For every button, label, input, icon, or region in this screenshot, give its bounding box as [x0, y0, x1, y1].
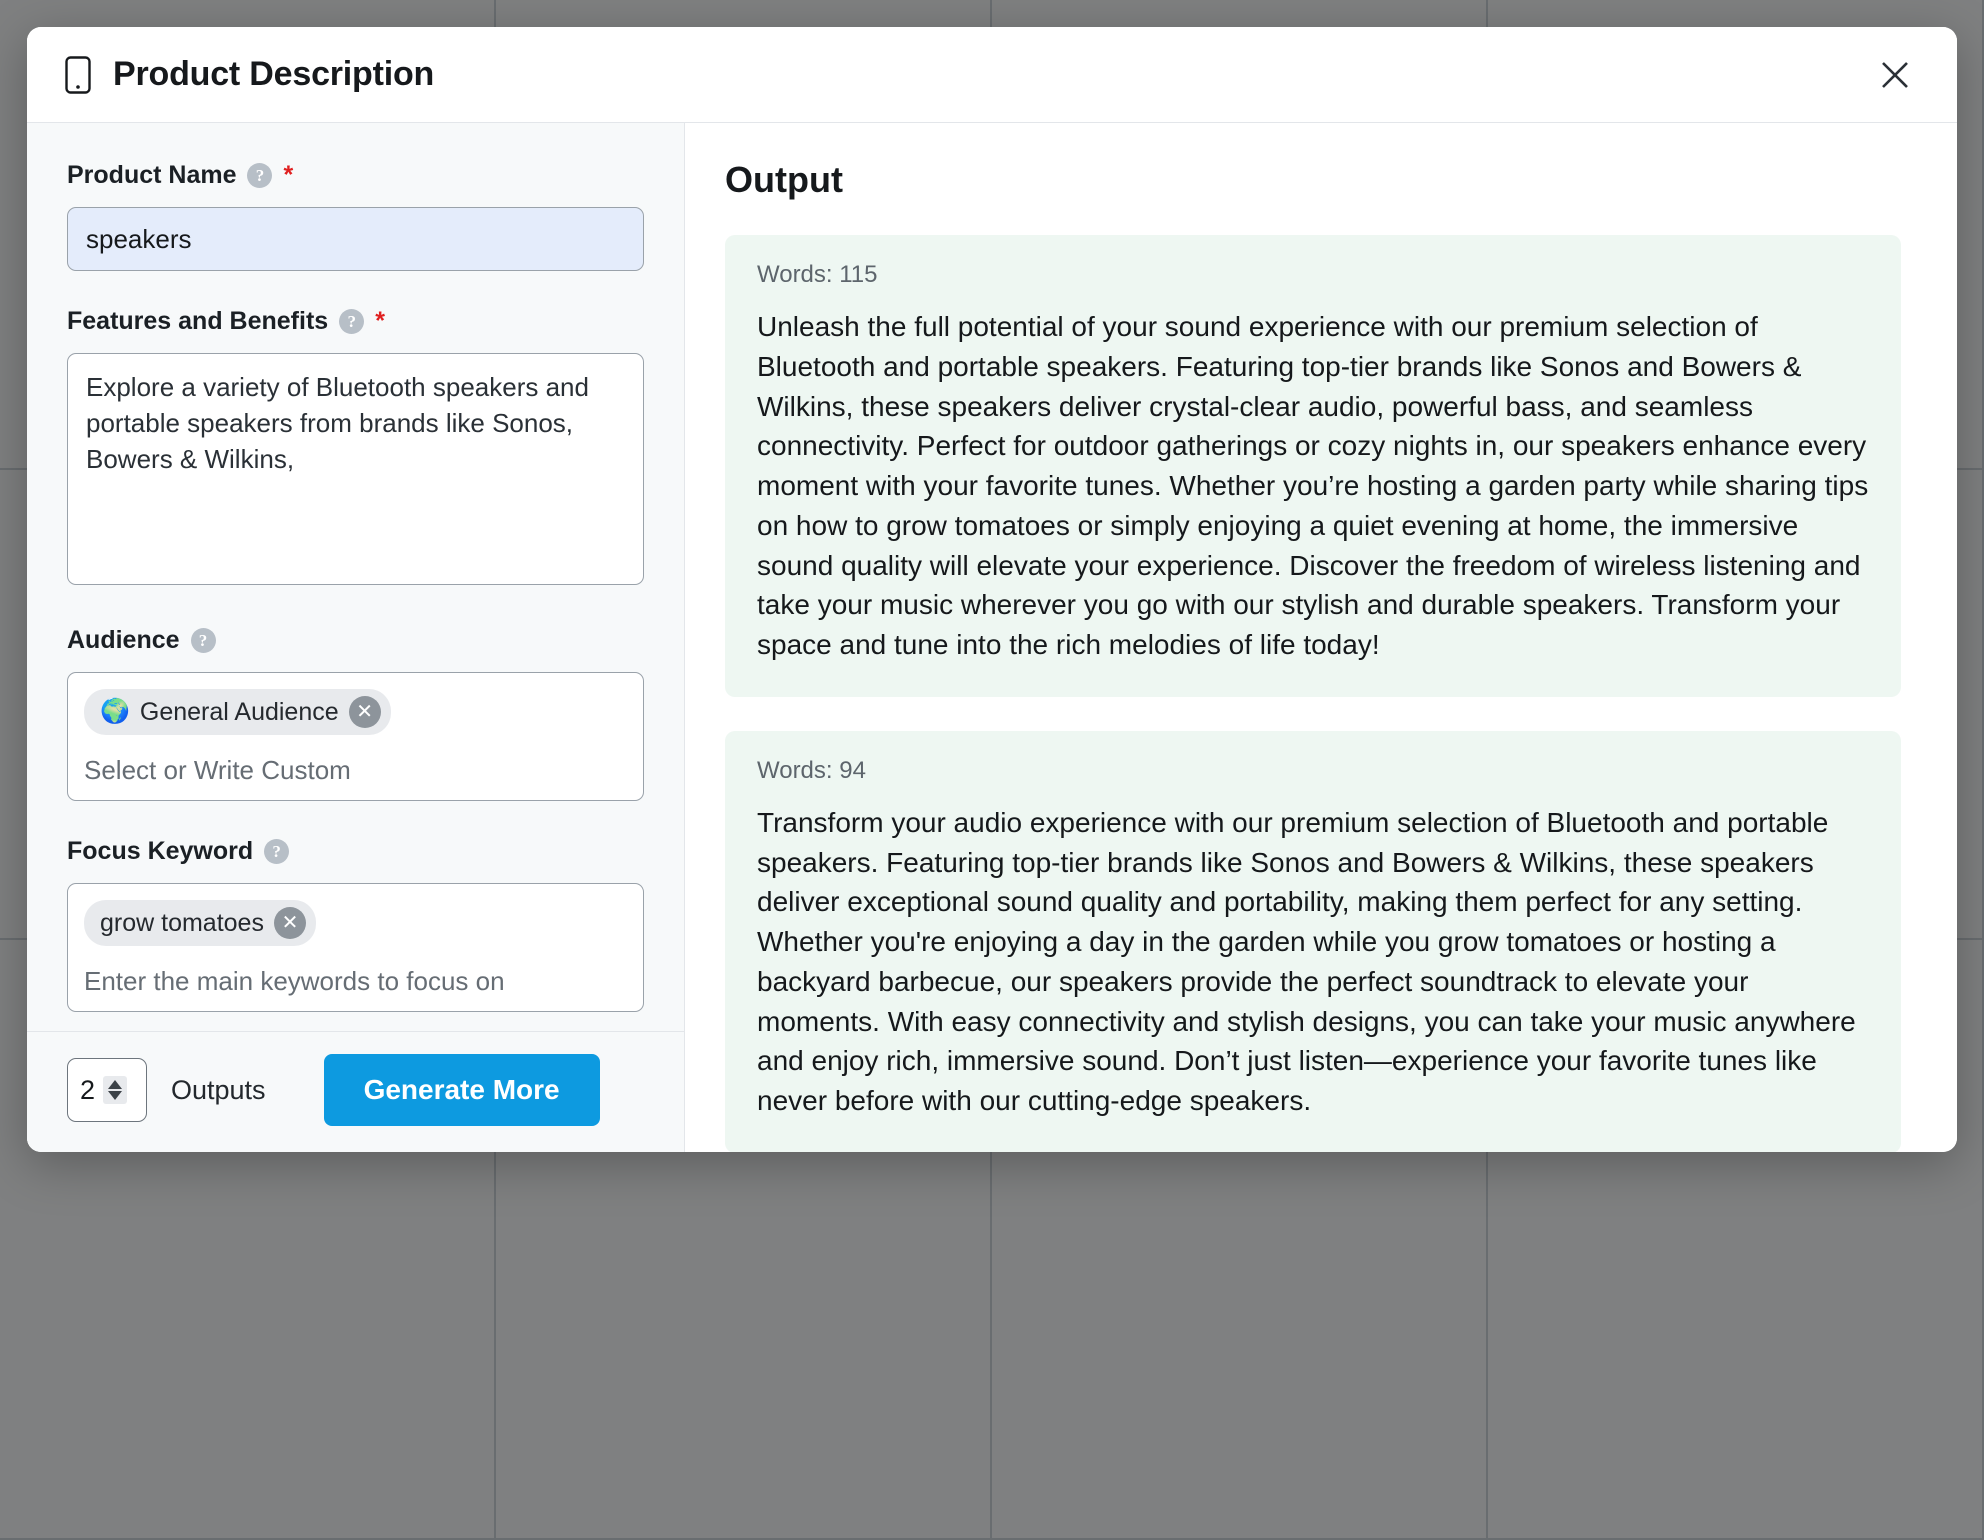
audience-tag-input[interactable]: 🌍 General Audience ✕ Select or Write Cus… — [67, 672, 644, 801]
mobile-device-icon — [65, 55, 91, 94]
outputs-label: Outputs — [171, 1074, 266, 1105]
generate-more-button[interactable]: Generate More — [323, 1054, 600, 1126]
word-count-badge: Words: 94 — [757, 756, 866, 784]
form-footer-bar: 2 Outputs Generate More — [27, 1031, 684, 1152]
close-icon[interactable] — [1867, 47, 1923, 103]
form-panel: Product Name ? * Features and Benefits ?… — [27, 123, 685, 1152]
focus-keyword-placeholder: Enter the main keywords to focus on — [84, 966, 505, 996]
output-result-card: Words: 115 Unleash the full potential of… — [725, 235, 1901, 697]
required-asterisk: * — [283, 161, 294, 189]
audience-label-row: Audience ? — [67, 626, 644, 655]
output-title: Output — [725, 159, 843, 200]
audience-label: Audience — [67, 626, 180, 654]
modal-header-left: Product Description — [65, 55, 434, 94]
field-focus-keyword: Focus Keyword ? grow tomatoes ✕ Enter th… — [67, 837, 644, 1012]
focus-keyword-chip[interactable]: grow tomatoes ✕ — [84, 900, 316, 946]
output-panel: Output Words: 115 Unleash the full poten… — [685, 123, 1957, 1152]
focus-keyword-chip-label: grow tomatoes — [100, 908, 264, 937]
product-description-modal: Product Description Product Name ? * spe… — [27, 27, 1957, 1152]
help-icon[interactable]: ? — [339, 309, 365, 334]
required-asterisk: * — [375, 307, 385, 335]
help-icon[interactable]: ? — [190, 628, 216, 653]
focus-keyword-tag-input[interactable]: grow tomatoes ✕ Enter the main keywords … — [67, 883, 644, 1012]
form-scroll-area[interactable]: Product Name ? * Features and Benefits ?… — [27, 123, 684, 1031]
output-result-card: Words: 94 Transform your audio experienc… — [725, 730, 1901, 1152]
page-title: Product Description — [113, 55, 435, 93]
help-icon[interactable]: ? — [247, 163, 273, 188]
audience-chip[interactable]: 🌍 General Audience ✕ — [84, 689, 391, 735]
stepper-arrows-icon[interactable] — [103, 1076, 128, 1104]
product-name-input[interactable] — [67, 207, 644, 271]
modal-header: Product Description — [27, 27, 1957, 123]
outputs-stepper[interactable]: 2 — [67, 1058, 147, 1122]
output-result-text[interactable]: Transform your audio experience with our… — [757, 803, 1869, 1121]
outputs-count-value: 2 — [80, 1074, 96, 1105]
product-name-label: Product Name — [67, 161, 237, 189]
output-result-text[interactable]: Unleash the full potential of your sound… — [757, 307, 1869, 665]
features-benefits-textarea[interactable] — [67, 353, 644, 585]
field-features-benefits: Features and Benefits ? * — [67, 307, 644, 590]
stepper-up-icon[interactable] — [108, 1080, 123, 1089]
stepper-down-icon[interactable] — [108, 1091, 123, 1100]
word-count-badge: Words: 115 — [757, 261, 878, 288]
audience-chip-label: General Audience — [139, 697, 339, 726]
audience-placeholder: Select or Write Custom — [84, 755, 351, 785]
focus-keyword-label: Focus Keyword — [67, 837, 254, 865]
globe-icon: 🌍 — [100, 698, 130, 725]
remove-chip-icon[interactable]: ✕ — [273, 907, 306, 939]
remove-chip-icon[interactable]: ✕ — [348, 696, 381, 728]
modal-body: Product Name ? * Features and Benefits ?… — [27, 123, 1957, 1152]
help-icon[interactable]: ? — [264, 839, 290, 864]
field-audience: Audience ? 🌍 General Audience ✕ Select o… — [67, 626, 644, 801]
field-product-name: Product Name ? * — [67, 161, 644, 271]
features-benefits-label-row: Features and Benefits ? * — [67, 307, 644, 336]
product-name-label-row: Product Name ? * — [67, 161, 644, 190]
focus-keyword-label-row: Focus Keyword ? — [67, 837, 644, 866]
features-benefits-label: Features and Benefits — [67, 307, 329, 335]
